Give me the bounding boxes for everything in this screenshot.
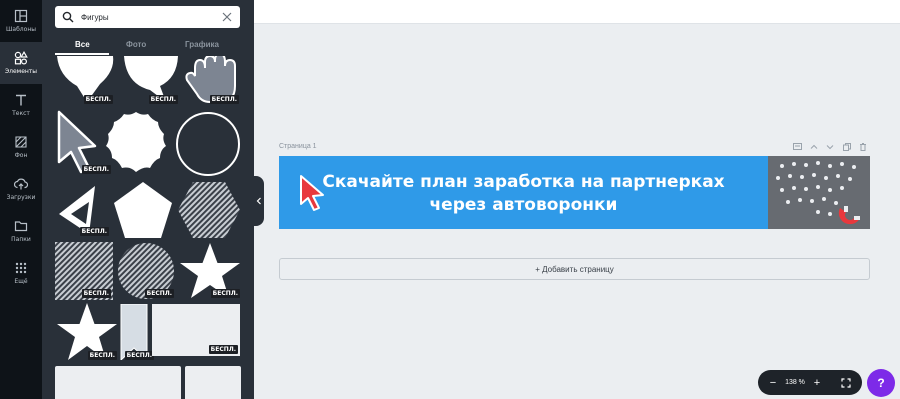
free-badge: БЕСПЛ. (87, 351, 117, 360)
shape-tile-scalloped-circle[interactable] (102, 110, 170, 176)
circle-outline-icon (176, 112, 240, 176)
page-notes-button[interactable] (793, 143, 802, 153)
collapse-panel-button[interactable] (254, 176, 264, 226)
search-icon (62, 11, 74, 23)
move-page-down-button[interactable] (826, 143, 834, 153)
shape-tile-bookmark[interactable]: БЕСПЛ. (120, 303, 154, 362)
page-title: Страница 1 (279, 143, 317, 150)
tab-graphics[interactable]: Графика (185, 40, 219, 49)
shape-tile-speech-down-right[interactable]: БЕСПЛ. (122, 56, 180, 106)
elements-panel: Все Фото Графика БЕСПЛ. БЕСПЛ. БЕСПЛ. БЕ… (42, 0, 254, 399)
shape-tile-pentagon[interactable] (112, 180, 174, 240)
rail-item-label: Ещё (14, 278, 28, 285)
free-badge: БЕСПЛ. (209, 95, 239, 104)
tab-all[interactable]: Все (75, 40, 90, 49)
left-rail: Шаблоны Элементы Текст Фон Загрузки Папк… (0, 0, 42, 399)
shape-tile-circle-outline[interactable] (174, 110, 242, 178)
delete-page-button[interactable] (859, 143, 867, 153)
rail-item-label: Шаблоны (6, 26, 36, 33)
clear-search-icon[interactable] (222, 12, 232, 22)
shape-tile-wide-rectangle[interactable] (55, 366, 181, 399)
shape-tile-hexagon-striped[interactable] (176, 180, 242, 240)
rail-item-text[interactable]: Текст (0, 84, 42, 126)
magnet-people-image (768, 156, 870, 229)
banner-headline: Скачайте план заработка на партнерках че… (279, 171, 768, 217)
hexagon-striped-icon (178, 182, 240, 238)
duplicate-page-button[interactable] (843, 143, 851, 153)
note-icon (793, 143, 802, 150)
free-badge: БЕСПЛ. (144, 289, 174, 298)
move-page-up-button[interactable] (810, 143, 818, 153)
scalloped-circle-icon (106, 112, 166, 172)
design-banner[interactable]: Скачайте план заработка на партнерках че… (279, 156, 870, 229)
trash-icon (860, 143, 866, 151)
zoom-controls: − 138 % + (758, 370, 862, 395)
rail-item-background[interactable]: Фон (0, 126, 42, 168)
rail-item-folders[interactable]: Папки (0, 210, 42, 252)
rail-item-label: Фон (14, 152, 28, 159)
search-box[interactable] (55, 6, 240, 28)
more-icon (15, 262, 27, 274)
shape-tile-triangle-outline[interactable]: БЕСПЛ. (55, 180, 115, 240)
chevron-up-icon (810, 144, 818, 149)
fullscreen-button[interactable] (835, 370, 857, 395)
free-badge: БЕСПЛ. (83, 95, 113, 104)
zoom-level[interactable]: 138 % (782, 370, 808, 395)
magnet-people-illustration (768, 156, 870, 229)
shape-tile-speech-down-left[interactable]: БЕСПЛ. (55, 56, 115, 106)
rail-item-label: Папки (11, 236, 31, 243)
copy-icon (843, 143, 851, 151)
shape-tile-small-rectangle[interactable] (185, 366, 241, 399)
background-icon (15, 136, 27, 148)
rail-item-label: Элементы (4, 68, 38, 75)
search-input[interactable] (81, 9, 221, 25)
shape-tile-circle-striped[interactable]: БЕСПЛ. (116, 242, 176, 300)
folder-icon (14, 221, 28, 232)
tab-photo[interactable]: Фото (126, 40, 146, 49)
free-badge: БЕСПЛ. (79, 227, 109, 236)
active-tab-indicator (55, 53, 109, 55)
rail-item-more[interactable]: Ещё (0, 252, 42, 294)
rail-item-uploads[interactable]: Загрузки (0, 168, 42, 210)
elements-icon (14, 51, 28, 65)
shape-tile-square-striped[interactable]: БЕСПЛ. (55, 242, 113, 300)
free-badge: БЕСПЛ. (148, 95, 178, 104)
rail-item-elements[interactable]: Элементы (0, 42, 42, 84)
shape-tile-star[interactable]: БЕСПЛ. (178, 242, 242, 300)
pentagon-icon (114, 182, 172, 238)
help-button[interactable]: ? (867, 369, 895, 397)
rail-item-label: Текст (12, 110, 30, 117)
templates-icon (14, 9, 28, 23)
shape-tile-rectangle[interactable]: БЕСПЛ. (152, 304, 240, 356)
banner-line-1: Скачайте план заработка на партнерках (322, 172, 725, 192)
free-badge: БЕСПЛ. (208, 345, 238, 354)
shape-tile-star-2[interactable]: БЕСПЛ. (55, 302, 119, 362)
free-badge: БЕСПЛ. (124, 351, 154, 360)
shape-tile-hand[interactable]: БЕСПЛ. (185, 52, 241, 106)
rectangle-shape-icon (55, 366, 181, 399)
chevron-left-icon (256, 197, 261, 205)
chevron-down-icon (826, 145, 834, 150)
rail-item-templates[interactable]: Шаблоны (0, 0, 42, 42)
add-page-button[interactable]: + Добавить страницу (279, 258, 870, 280)
free-badge: БЕСПЛ. (210, 289, 240, 298)
upload-icon (14, 178, 28, 190)
top-toolbar (254, 0, 900, 24)
banner-line-2: через автоворонки (429, 195, 618, 215)
text-icon (16, 94, 26, 106)
rectangle-shape-icon (185, 366, 241, 399)
rail-item-label: Загрузки (6, 194, 36, 201)
free-badge: БЕСПЛ. (81, 289, 111, 298)
panel-tabs: Все Фото Графика (42, 36, 254, 55)
zoom-in-button[interactable]: + (808, 370, 826, 395)
zoom-out-button[interactable]: − (764, 370, 782, 395)
fullscreen-icon (841, 377, 851, 388)
